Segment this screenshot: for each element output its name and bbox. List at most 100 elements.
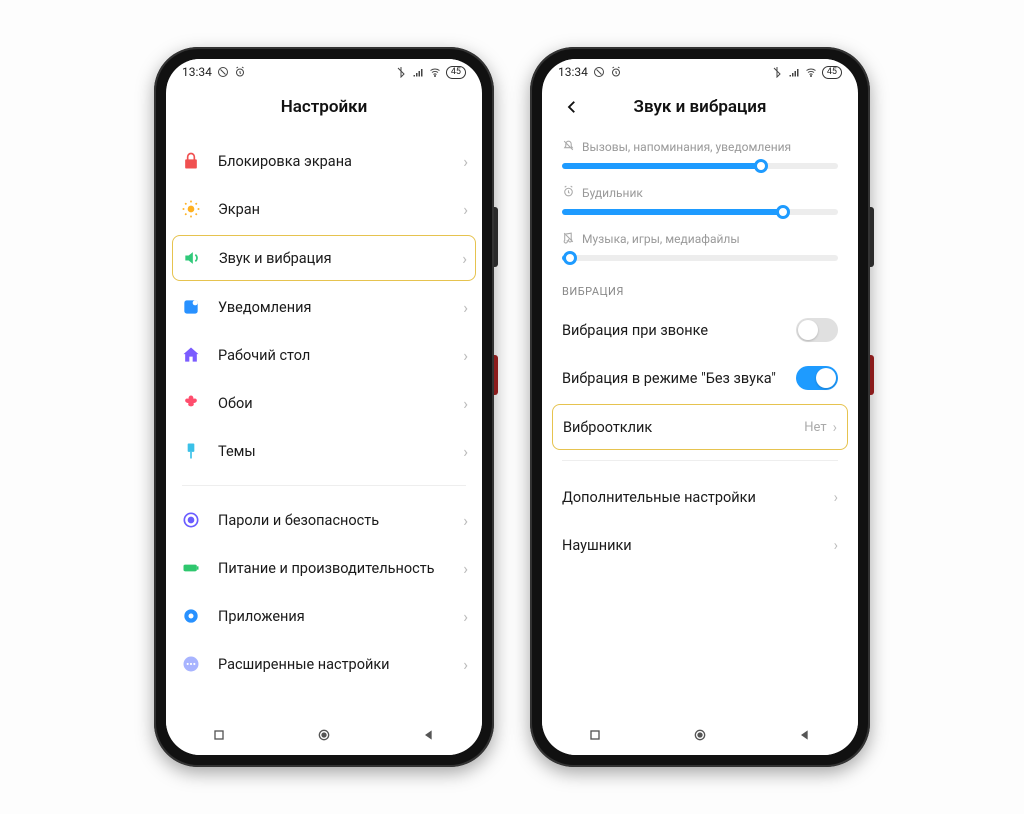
bell-slash-icon [562, 139, 575, 155]
slider-ringer: Вызовы, напоминания, уведомления [542, 129, 858, 175]
chevron-icon: › [463, 511, 468, 530]
row-label: Наушники [562, 537, 834, 554]
notification-icon [180, 296, 202, 318]
toggle-vibrate-call[interactable] [796, 318, 838, 342]
battery-icon [180, 557, 202, 579]
row-additional-settings[interactable]: Дополнительные настройки › [542, 473, 858, 521]
back-button[interactable] [552, 85, 592, 129]
bluetooth-icon [395, 66, 407, 78]
row-label: Экран [218, 201, 463, 218]
row-home-screen[interactable]: Рабочий стол › [166, 331, 482, 379]
slider-label: Музыка, игры, медиафайлы [562, 231, 838, 247]
row-additional-settings[interactable]: Расширенные настройки › [166, 640, 482, 688]
row-label: Расширенные настройки [218, 656, 463, 673]
nav-home[interactable] [309, 720, 339, 750]
wifi-icon [805, 66, 817, 78]
status-bar: 13:34 45 [166, 59, 482, 85]
row-vibrate-silent[interactable]: Вибрация в режиме "Без звука" [542, 354, 858, 402]
slider-label: Будильник [562, 185, 838, 201]
chevron-icon: › [834, 489, 838, 506]
row-label: Темы [218, 443, 463, 460]
slider-track[interactable] [562, 209, 838, 215]
row-label: Пароли и безопасность [218, 512, 463, 529]
battery-icon: 45 [822, 66, 842, 79]
nav-home[interactable] [685, 720, 715, 750]
chevron-icon: › [463, 442, 468, 461]
section-divider [182, 485, 466, 486]
signal-icon [412, 66, 424, 78]
page-title-text: Звук и вибрация [634, 97, 767, 117]
nav-bar [166, 715, 482, 755]
flower-icon [180, 392, 202, 414]
alarm-icon [610, 66, 622, 78]
dnd-icon [593, 66, 605, 78]
alarm-small-icon [562, 185, 575, 201]
row-label: Вибрация в режиме "Без звука" [562, 370, 796, 387]
apps-icon [180, 605, 202, 627]
nav-recent[interactable] [580, 720, 610, 750]
row-display[interactable]: Экран › [166, 185, 482, 233]
nav-back[interactable] [790, 720, 820, 750]
slider-thumb[interactable] [563, 251, 577, 265]
row-label: Приложения [218, 608, 463, 625]
slider-thumb[interactable] [754, 159, 768, 173]
row-lock-screen[interactable]: Блокировка экрана › [166, 137, 482, 185]
toggle-vibrate-silent[interactable] [796, 366, 838, 390]
row-notifications[interactable]: Уведомления › [166, 283, 482, 331]
slider-media: Музыка, игры, медиафайлы [542, 221, 858, 267]
sound-content[interactable]: Вызовы, напоминания, уведомления Будильн… [542, 129, 858, 715]
chevron-icon: › [463, 655, 468, 674]
signal-icon [788, 66, 800, 78]
lock-icon [180, 150, 202, 172]
row-label: Вибрация при звонке [562, 322, 796, 339]
sun-icon [180, 198, 202, 220]
row-passwords-security[interactable]: Пароли и безопасность › [166, 496, 482, 544]
status-left: 13:34 [182, 65, 246, 79]
battery-icon: 45 [446, 66, 466, 79]
settings-content[interactable]: Блокировка экрана › Экран › Звук и вибра… [166, 129, 482, 715]
row-label: Уведомления [218, 299, 463, 316]
screen-right: 13:34 45 Звук и вибрация Вызовы, напомин… [542, 59, 858, 755]
status-time: 13:34 [558, 65, 588, 79]
row-value: Нет [804, 420, 826, 435]
chevron-icon: › [834, 537, 838, 554]
row-label: Обои [218, 395, 463, 412]
chevron-icon: › [462, 249, 467, 268]
note-slash-icon [562, 231, 575, 247]
row-label: Блокировка экрана [218, 153, 463, 170]
phone-frame-left: 13:34 45 Настройки Блокировка экрана › [154, 47, 494, 767]
row-themes[interactable]: Темы › [166, 427, 482, 475]
page-title: Настройки [166, 85, 482, 129]
brush-icon [180, 440, 202, 462]
status-right: 45 [771, 66, 842, 79]
nav-back[interactable] [414, 720, 444, 750]
slider-alarm: Будильник [542, 175, 858, 221]
slider-track[interactable] [562, 255, 838, 261]
row-label: Питание и производительность [218, 560, 463, 577]
nav-recent[interactable] [204, 720, 234, 750]
status-bar: 13:34 45 [542, 59, 858, 85]
row-headphones[interactable]: Наушники › [542, 521, 858, 569]
row-battery-perf[interactable]: Питание и производительность › [166, 544, 482, 592]
slider-track[interactable] [562, 163, 838, 169]
chevron-icon: › [463, 298, 468, 317]
chevron-icon: › [463, 559, 468, 578]
row-haptic-feedback[interactable]: Виброотклик Нет › [552, 404, 848, 450]
dnd-icon [217, 66, 229, 78]
slider-thumb[interactable] [776, 205, 790, 219]
row-label: Виброотклик [563, 419, 804, 436]
phone-frame-right: 13:34 45 Звук и вибрация Вызовы, напомин… [530, 47, 870, 767]
status-left: 13:34 [558, 65, 622, 79]
chevron-icon: › [463, 346, 468, 365]
status-right: 45 [395, 66, 466, 79]
row-wallpaper[interactable]: Обои › [166, 379, 482, 427]
volume-icon [181, 247, 203, 269]
row-label: Рабочий стол [218, 347, 463, 364]
row-sound-vibration[interactable]: Звук и вибрация › [172, 235, 476, 281]
home-icon [180, 344, 202, 366]
alarm-icon [234, 66, 246, 78]
row-vibrate-call[interactable]: Вибрация при звонке [542, 306, 858, 354]
row-apps[interactable]: Приложения › [166, 592, 482, 640]
section-vibration: ВИБРАЦИЯ [542, 267, 858, 306]
chevron-icon: › [463, 152, 468, 171]
